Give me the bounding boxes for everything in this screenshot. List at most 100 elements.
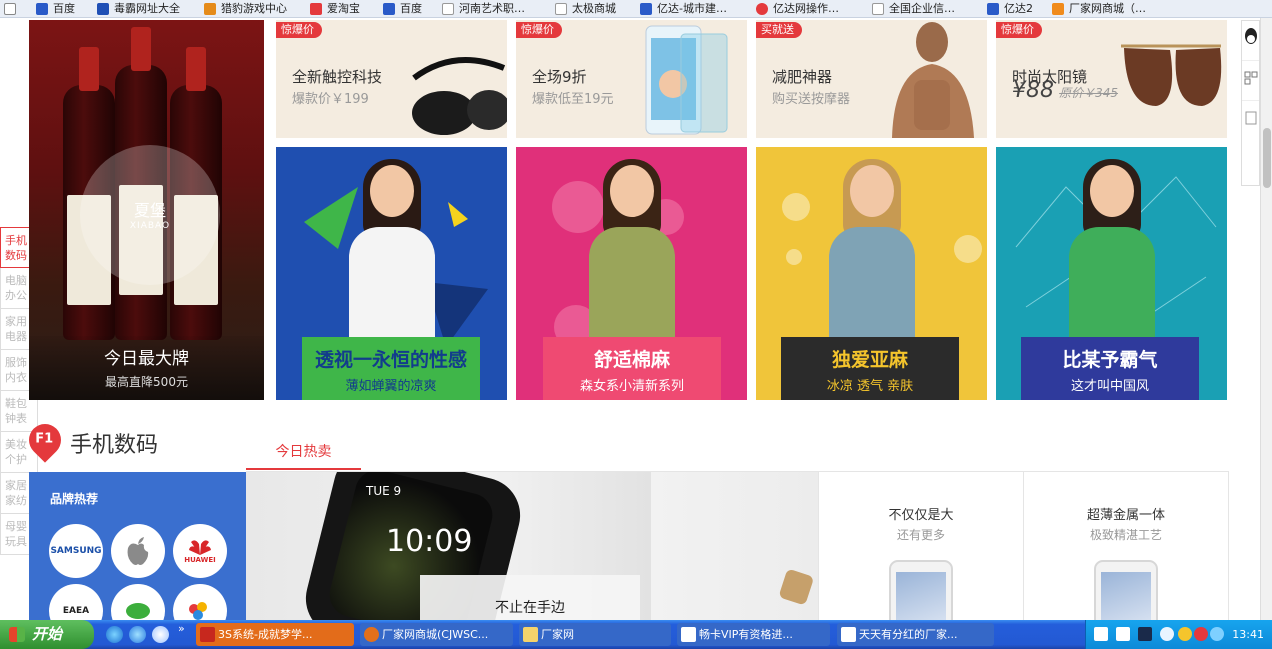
- bookmark-item[interactable]: 爱淘宝: [310, 0, 360, 17]
- bookmark-icon: [204, 3, 216, 15]
- phone-card[interactable]: 不仅仅是大 还有更多: [818, 472, 1023, 620]
- system-tray: 13:41: [1085, 620, 1272, 649]
- brand-logo-huawei[interactable]: HUAWEI: [173, 524, 227, 578]
- network-icon[interactable]: [1210, 627, 1224, 641]
- phone-card-title: 不仅仅是大: [888, 508, 954, 523]
- wine-subtitle: 最高直降500元: [105, 375, 188, 389]
- document-icon: [681, 627, 696, 642]
- taskbar-task[interactable]: 厂家网商城(CJWSC...: [360, 623, 513, 646]
- promo-subtitle: 购买送按摩器: [772, 92, 851, 107]
- tab-today-hot[interactable]: 今日热卖: [246, 436, 361, 470]
- promo-card-fitness[interactable]: 买就送 减肥神器 购买送按摩器: [756, 20, 987, 138]
- bookmark-icon: [310, 3, 322, 15]
- fashion-title: 独爱亚麻: [831, 349, 908, 371]
- brand-logo-samsung[interactable]: SAMSUNG: [49, 524, 103, 578]
- bookmarks-bar: 百度 毒霸网址大全 猎豹游戏中心 爱淘宝 百度 河南艺术职… 太极商城 亿达-城…: [0, 0, 1272, 18]
- taskbar-task[interactable]: 厂家网: [519, 623, 671, 646]
- wine-banner[interactable]: 夏堡 XIABAO 今日最大牌 最高直降500元: [29, 20, 264, 400]
- promo-card-phone-film[interactable]: 惊爆价 全场9折 爆款低至19元: [516, 20, 747, 138]
- huawei-icon: [189, 540, 211, 555]
- phone-card[interactable]: 超薄金属一体 极致精湛工艺: [1023, 472, 1229, 620]
- fashion-banner[interactable]: 舒适棉麻 森女系小清新系列: [516, 147, 747, 400]
- taskbar-task[interactable]: 天天有分红的厂家...: [837, 623, 994, 646]
- phone-card-subtitle: 还有更多: [896, 528, 945, 542]
- tray-icon[interactable]: [1138, 627, 1152, 641]
- app-icon: [364, 627, 379, 642]
- fashion-banner[interactable]: 独爱亚麻 冰凉 透气 亲肤: [756, 147, 987, 400]
- bookmark-item[interactable]: 毒霸网址大全: [97, 0, 180, 17]
- promo-card-smart-glasses[interactable]: 惊爆价 全新触控科技 爆款价￥199: [276, 20, 507, 138]
- qrcode-icon[interactable]: [1242, 61, 1259, 101]
- taskbar-task[interactable]: 畅卡VIP有资格进...: [677, 623, 830, 646]
- flower-icon: [189, 602, 207, 620]
- bookmark-icon: [872, 3, 884, 15]
- brand-panel: 品牌热荐 SAMSUNG HUAWEI EAEA: [29, 472, 246, 620]
- brand-logo-eaea[interactable]: EAEA: [49, 584, 103, 620]
- brand-logo-flower[interactable]: [173, 584, 227, 620]
- fashion-title: 透视一永恒的性感: [314, 349, 467, 371]
- bookmark-icon: [97, 3, 109, 15]
- fashion-banner[interactable]: 透视一永恒的性感 薄如蝉翼的凉爽: [276, 147, 507, 400]
- start-button[interactable]: 开始: [0, 620, 94, 649]
- promo-title: 全新触控科技: [292, 68, 383, 86]
- bookmark-item[interactable]: 太极商城: [555, 0, 616, 17]
- promo-title: 减肥神器: [772, 68, 833, 86]
- fashion-caption: 透视一永恒的性感 薄如蝉翼的凉爽: [302, 337, 480, 400]
- bookmark-icon: [640, 3, 652, 15]
- bookmark-item[interactable]: 百度: [383, 0, 422, 17]
- scrollbar-thumb[interactable]: [1263, 128, 1271, 188]
- fitness-model-image: [892, 22, 974, 138]
- apple-icon: [127, 537, 149, 565]
- ie-icon[interactable]: [129, 626, 146, 643]
- right-float-bar: [1241, 20, 1260, 186]
- wine-title: 今日最大牌: [104, 349, 189, 369]
- help-icon[interactable]: [1116, 627, 1130, 641]
- wine-brand-circle: 夏堡 XIABAO: [80, 145, 220, 285]
- home-icon[interactable]: [4, 0, 21, 17]
- bookmark-icon: [36, 3, 48, 15]
- promo-old-price: 原价￥345: [1059, 86, 1118, 100]
- bookmark-item[interactable]: 厂家网商城（…: [1052, 0, 1146, 17]
- bookmark-item[interactable]: 亿达-城市建…: [640, 0, 727, 17]
- promo-subtitle: 爆款低至19元: [532, 92, 614, 107]
- qq-tray-icon[interactable]: [1178, 627, 1192, 641]
- tray-icon[interactable]: [1094, 627, 1108, 641]
- browser-icon[interactable]: [152, 626, 169, 643]
- brand-logo-green[interactable]: [111, 584, 165, 620]
- ie-icon[interactable]: [106, 626, 123, 643]
- fashion-title: 比某予霸气: [1062, 349, 1158, 371]
- wine-brand-cn: 夏堡: [133, 201, 166, 220]
- bookmark-item[interactable]: 猎豹游戏中心: [204, 0, 287, 17]
- qq-icon[interactable]: [1242, 21, 1259, 61]
- bookmark-item[interactable]: 全国企业信…: [872, 0, 955, 17]
- promo-card-sunglasses[interactable]: 惊爆价 时尚太阳镜 ¥88 原价￥345: [996, 20, 1227, 138]
- bookmark-icon: [756, 3, 768, 15]
- sport-glasses-image: [412, 57, 507, 135]
- promo-title: 全场9折: [532, 68, 587, 86]
- phone-image: [1094, 560, 1158, 620]
- bookmark-icon: [1052, 3, 1064, 15]
- fashion-subtitle: 森女系小清新系列: [579, 379, 684, 394]
- taskbar-task[interactable]: 3S系统-成就梦学...: [196, 623, 354, 646]
- back-icon[interactable]: [1160, 627, 1174, 641]
- feedback-icon[interactable]: [1242, 101, 1259, 141]
- watch-small-image: [779, 570, 813, 605]
- fashion-banner[interactable]: 比某予霸气 这才叫中国风: [996, 147, 1227, 400]
- app-icon: [200, 627, 215, 642]
- folder-icon: [523, 627, 538, 642]
- wine-caption: 今日最大牌 最高直降500元: [29, 336, 264, 400]
- promo-price-row: ¥88 原价￥345: [1012, 78, 1118, 103]
- document-icon: [841, 627, 856, 642]
- tray-icon[interactable]: [1194, 627, 1208, 641]
- bookmark-item[interactable]: 亿达2: [987, 0, 1033, 17]
- brand-logo-apple[interactable]: [111, 524, 165, 578]
- bookmark-icon: [555, 3, 567, 15]
- chevron-right-icon[interactable]: »: [178, 622, 185, 635]
- watch-banner[interactable]: TUE 9 10:09 不止在手边: [246, 472, 818, 620]
- bookmark-item[interactable]: 亿达网操作…: [756, 0, 839, 17]
- vertical-scrollbar[interactable]: [1260, 18, 1272, 620]
- bookmark-icon: [383, 3, 395, 15]
- fashion-subtitle: 冰凉 透气 亲肤: [826, 379, 914, 394]
- bookmark-item[interactable]: 百度: [36, 0, 75, 17]
- bookmark-item[interactable]: 河南艺术职…: [442, 0, 525, 17]
